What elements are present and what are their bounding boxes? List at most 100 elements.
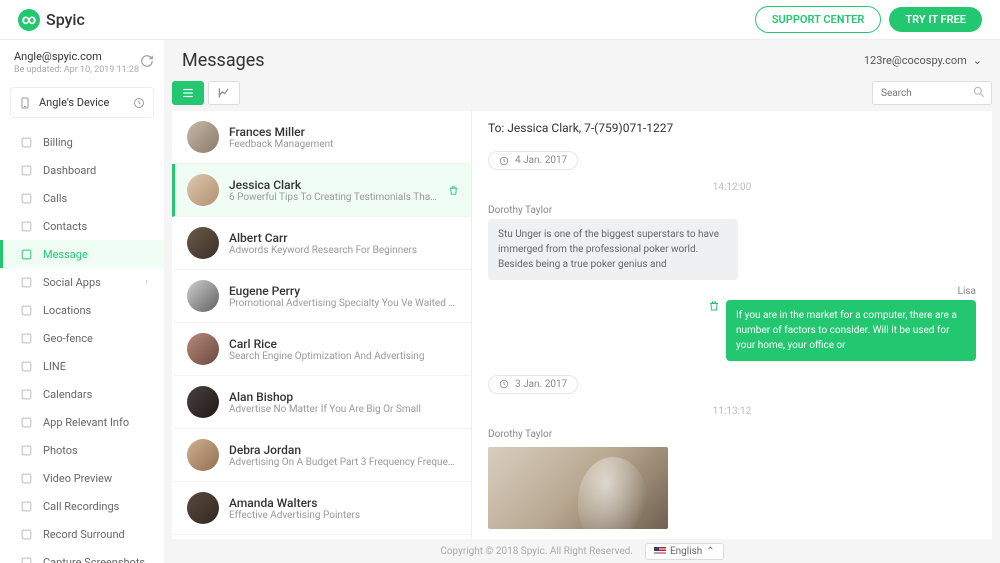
conversation-preview: 6 Powerful Tips To Creating Testimonials…: [229, 192, 438, 203]
nav-label: App Relevant Info: [43, 416, 129, 429]
image-message[interactable]: [488, 447, 668, 530]
nav-icon: [19, 135, 33, 149]
try-it-free-button[interactable]: TRY IT FREE: [889, 7, 982, 32]
list-view-button[interactable]: [172, 81, 204, 105]
avatar: [187, 227, 219, 259]
sidebar-item-locations[interactable]: Locations: [0, 296, 164, 324]
conversation-name: Jessica Clark: [229, 178, 438, 192]
conversation-list: Frances MillerFeedback ManagementJessica…: [172, 111, 472, 539]
trash-icon[interactable]: [448, 185, 459, 196]
nav-icon: [19, 387, 33, 401]
nav-icon: [19, 443, 33, 457]
nav-icon: [19, 331, 33, 345]
sender-name: Dorothy Taylor: [488, 205, 976, 216]
conversation-name: Frances Miller: [229, 125, 459, 139]
top-bar: ∞ Spyic SUPPORT CENTER TRY IT FREE: [0, 0, 1000, 40]
content-area: Messages 123re@cocospy.com ⌄ Frances: [164, 40, 1000, 563]
conversation-preview: Feedback Management: [229, 139, 459, 150]
conversation-name: Amanda Walters: [229, 496, 459, 510]
account-selector[interactable]: 123re@cocospy.com ⌄: [864, 54, 982, 67]
nav-icon: [19, 191, 33, 205]
sidebar-item-calendars[interactable]: Calendars: [0, 380, 164, 408]
nav-icon: [19, 163, 33, 177]
trash-icon[interactable]: [708, 300, 720, 312]
nav-icon: [19, 555, 33, 563]
sidebar-item-app-relevant-info[interactable]: App Relevant Info: [0, 408, 164, 436]
search-icon[interactable]: [972, 85, 986, 99]
sync-icon: [133, 97, 145, 109]
conversation-preview: Effective Advertising Pointers: [229, 510, 459, 521]
nav-icon: [19, 499, 33, 513]
language-selector[interactable]: English ⌃: [645, 543, 724, 560]
sidebar-item-billing[interactable]: Billing: [0, 128, 164, 156]
sidebar-item-dashboard[interactable]: Dashboard: [0, 156, 164, 184]
avatar: [187, 174, 219, 206]
conversation-preview: Search Engine Optimization And Advertisi…: [229, 351, 459, 362]
conversation-preview: Advertising On A Budget Part 3 Frequency…: [229, 457, 459, 468]
sender-name: Dorothy Taylor: [488, 429, 976, 440]
sidebar-item-photos[interactable]: Photos: [0, 436, 164, 464]
conversation-preview: Promotional Advertising Specialty You Ve…: [229, 298, 459, 309]
conversation-name: Carl Rice: [229, 337, 459, 351]
message-bubble-incoming: Stu Unger is one of the biggest supersta…: [488, 219, 738, 280]
conversation-item[interactable]: Frances MillerFeedback Management: [172, 111, 471, 164]
avatar: [187, 333, 219, 365]
nav-label: Capture Screenshots: [43, 556, 145, 563]
nav-icon: [19, 415, 33, 429]
nav-icon: [19, 303, 33, 317]
conversation-item[interactable]: Eugene PerryPromotional Advertising Spec…: [172, 270, 471, 323]
conversation-item[interactable]: Albert CarrAdwords Keyword Research For …: [172, 217, 471, 270]
sidebar-item-capture-screenshots[interactable]: Capture Screenshots: [0, 548, 164, 563]
support-center-button[interactable]: SUPPORT CENTER: [755, 6, 881, 33]
device-selector[interactable]: Angle's Device: [10, 87, 154, 118]
sidebar-item-record-surround[interactable]: Record Surround: [0, 520, 164, 548]
nav-label: Social Apps: [43, 276, 101, 289]
nav-label: Locations: [43, 304, 91, 317]
timestamp: 14:12:00: [488, 182, 976, 193]
conversation-item[interactable]: Carl RiceSearch Engine Optimization And …: [172, 323, 471, 376]
sidebar-item-geo-fence[interactable]: Geo-fence: [0, 324, 164, 352]
logo-text: Spyic: [46, 10, 85, 29]
sidebar-item-contacts[interactable]: Contacts: [0, 212, 164, 240]
nav-icon: [19, 527, 33, 541]
sidebar-item-call-recordings[interactable]: Call Recordings: [0, 492, 164, 520]
conversation-preview: Adwords Keyword Research For Beginners: [229, 245, 459, 256]
nav-label: Calls: [43, 192, 67, 205]
conversation-item[interactable]: Alan BishopAdvertise No Matter If You Ar…: [172, 376, 471, 429]
sender-name: Lisa: [488, 286, 976, 297]
message-thread: To: Jessica Clark, 7-(759)071-1227 4 Jan…: [472, 111, 992, 539]
page-title: Messages: [182, 50, 265, 71]
conversation-item[interactable]: Amanda WaltersEffective Advertising Poin…: [172, 482, 471, 535]
nav-label: LINE: [43, 360, 66, 373]
nav-label: Message: [43, 248, 88, 261]
device-name: Angle's Device: [39, 96, 109, 109]
conversation-item[interactable]: Jessica Clark6 Powerful Tips To Creating…: [172, 164, 471, 217]
sidebar-item-message[interactable]: Message: [0, 240, 164, 268]
conversation-name: Albert Carr: [229, 231, 459, 245]
nav-label: Calendars: [43, 388, 92, 401]
timestamp: 11:13:12: [488, 406, 976, 417]
avatar: [187, 121, 219, 153]
account-block: Angle@spyic.com Be updated: Apr 10, 2019…: [0, 40, 164, 83]
sidebar-item-line[interactable]: LINE: [0, 352, 164, 380]
chevron-right-icon: ›: [145, 277, 148, 287]
chevron-down-icon: ⌄: [973, 54, 982, 67]
sidebar-item-video-preview[interactable]: Video Preview: [0, 464, 164, 492]
sidebar-item-social-apps[interactable]: Social Apps ›: [0, 268, 164, 296]
refresh-icon[interactable]: [140, 54, 154, 68]
nav-icon: [19, 275, 33, 289]
nav-label: Video Preview: [43, 472, 112, 485]
nav-label: Call Recordings: [43, 500, 119, 513]
toolbar: [164, 81, 1000, 111]
sidebar-item-calls[interactable]: Calls: [0, 184, 164, 212]
chart-view-button[interactable]: [208, 81, 240, 105]
conversation-name: Debra Jordan: [229, 443, 459, 457]
conversation-name: Alan Bishop: [229, 390, 459, 404]
phone-icon: [19, 97, 31, 109]
nav-icon: [19, 471, 33, 485]
conversation-name: Eugene Perry: [229, 284, 459, 298]
conversation-preview: Advertise No Matter If You Are Big Or Sm…: [229, 404, 459, 415]
copyright: Copyright © 2018 Spyic. All Right Reserv…: [440, 546, 633, 557]
conversation-item[interactable]: Debra JordanAdvertising On A Budget Part…: [172, 429, 471, 482]
search-box: [872, 81, 992, 105]
